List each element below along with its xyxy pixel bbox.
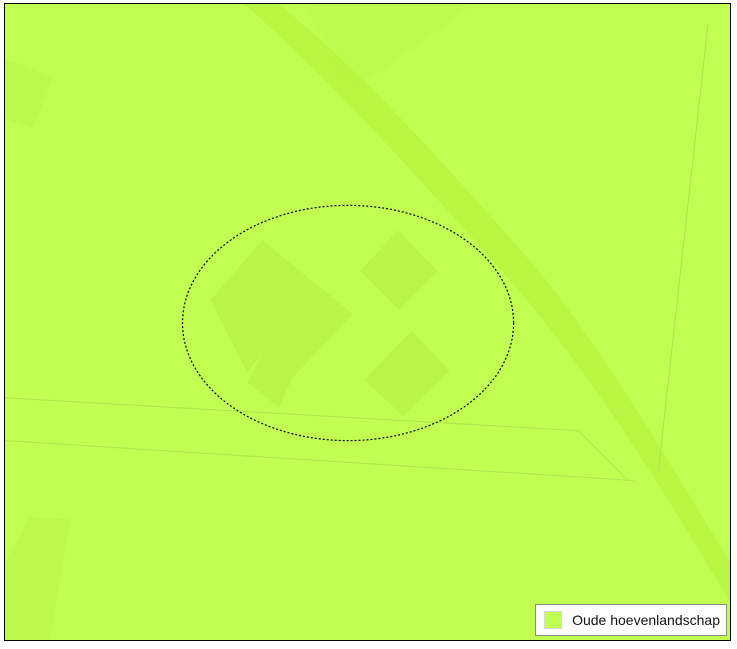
legend: Oude hoevenlandschap xyxy=(535,604,727,636)
map-canvas[interactable] xyxy=(5,4,730,640)
legend-label: Oude hoevenlandschap xyxy=(572,612,720,628)
map-view[interactable]: Oude hoevenlandschap xyxy=(4,3,731,641)
legend-swatch xyxy=(544,611,563,629)
